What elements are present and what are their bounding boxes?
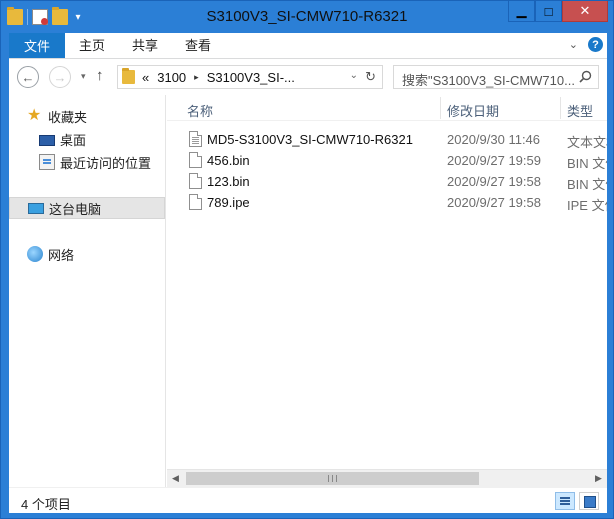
scroll-left-icon[interactable]: ◀ bbox=[167, 470, 184, 487]
breadcrumb-item-3100[interactable]: 3100 bbox=[157, 70, 186, 85]
recent-places-icon bbox=[39, 154, 55, 170]
sidebar-item-label: 网络 bbox=[48, 247, 75, 263]
maximize-button[interactable]: □ bbox=[535, 1, 562, 22]
search-input[interactable]: 搜索"S3100V3_SI-CMW710... bbox=[402, 70, 577, 89]
forward-button[interactable]: → bbox=[49, 66, 71, 88]
file-date: 2020/9/27 19:59 bbox=[447, 153, 541, 168]
breadcrumb-overflow[interactable]: « bbox=[142, 70, 149, 85]
navigation-bar: ← → ▾ ↑ « 3100 ▸ S3100V3_SI-... ⌄ ↻ 搜索"S… bbox=[9, 59, 607, 95]
breadcrumb-item-current[interactable]: S3100V3_SI-... bbox=[207, 70, 295, 85]
sidebar-item-network[interactable]: 网络 bbox=[27, 243, 74, 265]
column-header-date[interactable]: 修改日期 bbox=[447, 101, 499, 120]
star-icon: ★ bbox=[27, 107, 42, 124]
ribbon: 文件 主页 共享 查看 ⌄ ? bbox=[9, 33, 607, 59]
column-header: 名称 修改日期 类型 bbox=[167, 95, 607, 121]
expand-ribbon-icon[interactable]: ⌄ bbox=[569, 38, 578, 51]
scrollbar-thumb[interactable] bbox=[186, 472, 479, 485]
address-folder-icon bbox=[122, 68, 135, 84]
file-icon bbox=[189, 173, 202, 189]
address-bar[interactable]: « 3100 ▸ S3100V3_SI-... ⌄ ↻ bbox=[117, 65, 383, 89]
help-icon[interactable]: ? bbox=[588, 37, 603, 52]
title-bar: ▾ S3100V3_SI-CMW710-R6321 ▁ □ ✕ bbox=[1, 1, 613, 33]
table-row[interactable]: 123.bin 2020/9/27 19:58 BIN 文件 bbox=[167, 171, 607, 192]
navigation-pane: ★ 收藏夹 桌面 最近访问的位置 这台电脑 网络 bbox=[9, 95, 166, 487]
file-date: 2020/9/30 11:46 bbox=[447, 132, 541, 147]
computer-icon bbox=[28, 203, 44, 214]
sidebar-item-label: 桌面 bbox=[60, 132, 87, 148]
explorer-window: ▾ S3100V3_SI-CMW710-R6321 ▁ □ ✕ 文件 主页 共享… bbox=[0, 0, 614, 519]
large-icons-view-icon[interactable] bbox=[579, 492, 599, 510]
sidebar-item-label: 收藏夹 bbox=[48, 109, 88, 125]
column-header-type[interactable]: 类型 bbox=[567, 101, 593, 120]
address-dropdown-icon[interactable]: ⌄ bbox=[350, 70, 358, 81]
horizontal-scrollbar[interactable]: ◀ ▶ bbox=[167, 469, 607, 487]
file-date: 2020/9/27 19:58 bbox=[447, 195, 541, 210]
file-icon bbox=[189, 194, 202, 210]
tab-file[interactable]: 文件 bbox=[9, 33, 65, 58]
sidebar-item-this-pc[interactable]: 这台电脑 bbox=[9, 197, 165, 219]
breadcrumb-separator-icon[interactable]: ▸ bbox=[194, 72, 199, 83]
table-row[interactable]: 456.bin 2020/9/27 19:59 BIN 文件 bbox=[167, 150, 607, 171]
view-switcher bbox=[555, 492, 599, 510]
desktop-icon bbox=[39, 134, 55, 146]
up-button[interactable]: ↑ bbox=[96, 67, 104, 84]
file-type: BIN 文件 bbox=[567, 177, 607, 192]
sidebar-item-recent[interactable]: 最近访问的位置 bbox=[39, 151, 151, 173]
search-icon[interactable] bbox=[579, 70, 592, 83]
file-list: 名称 修改日期 类型 MD5-S3100V3_SI-CMW710-R6321 2… bbox=[167, 95, 607, 487]
table-row[interactable]: MD5-S3100V3_SI-CMW710-R6321 2020/9/30 11… bbox=[167, 129, 607, 150]
file-type: BIN 文件 bbox=[567, 156, 607, 171]
search-box[interactable]: 搜索"S3100V3_SI-CMW710... bbox=[393, 65, 599, 89]
recent-locations-dropdown[interactable]: ▾ bbox=[81, 71, 86, 82]
sidebar-item-label: 这台电脑 bbox=[49, 201, 102, 217]
close-button[interactable]: ✕ bbox=[562, 1, 608, 22]
refresh-icon[interactable]: ↻ bbox=[365, 69, 376, 85]
file-type: IPE 文件 bbox=[567, 198, 607, 213]
file-type: 文本文档 bbox=[567, 135, 607, 150]
sidebar-item-label: 最近访问的位置 bbox=[60, 155, 152, 171]
content-area: ★ 收藏夹 桌面 最近访问的位置 这台电脑 网络 名称 修改日期 类型 MD5-… bbox=[9, 95, 607, 487]
minimize-button[interactable]: ▁ bbox=[508, 1, 535, 22]
network-icon bbox=[27, 246, 43, 262]
file-icon bbox=[189, 152, 202, 168]
tab-view[interactable]: 查看 bbox=[185, 33, 211, 58]
table-row[interactable]: 789.ipe 2020/9/27 19:58 IPE 文件 bbox=[167, 192, 607, 213]
column-header-name[interactable]: 名称 bbox=[187, 101, 213, 120]
file-name: 123.bin bbox=[207, 174, 250, 189]
text-file-icon bbox=[189, 131, 202, 147]
grip-icon bbox=[328, 475, 337, 482]
breadcrumb: « 3100 ▸ S3100V3_SI-... bbox=[142, 70, 295, 85]
file-name: 789.ipe bbox=[207, 195, 250, 210]
column-divider[interactable] bbox=[440, 97, 441, 119]
file-name: 456.bin bbox=[207, 153, 250, 168]
item-count: 4 个项目 bbox=[21, 497, 71, 512]
ribbon-controls: ⌄ ? bbox=[569, 37, 603, 52]
status-bar: 4 个项目 bbox=[9, 487, 607, 513]
file-date: 2020/9/27 19:58 bbox=[447, 174, 541, 189]
tab-home[interactable]: 主页 bbox=[79, 33, 105, 58]
back-button[interactable]: ← bbox=[17, 66, 39, 88]
sidebar-item-favorites[interactable]: ★ 收藏夹 bbox=[27, 105, 87, 127]
sidebar-item-desktop[interactable]: 桌面 bbox=[39, 128, 86, 150]
caption-buttons: ▁ □ ✕ bbox=[508, 1, 608, 22]
column-divider[interactable] bbox=[560, 97, 561, 119]
tab-share[interactable]: 共享 bbox=[132, 33, 158, 58]
scroll-right-icon[interactable]: ▶ bbox=[590, 470, 607, 487]
file-name: MD5-S3100V3_SI-CMW710-R6321 bbox=[207, 132, 413, 147]
details-view-icon[interactable] bbox=[555, 492, 575, 510]
